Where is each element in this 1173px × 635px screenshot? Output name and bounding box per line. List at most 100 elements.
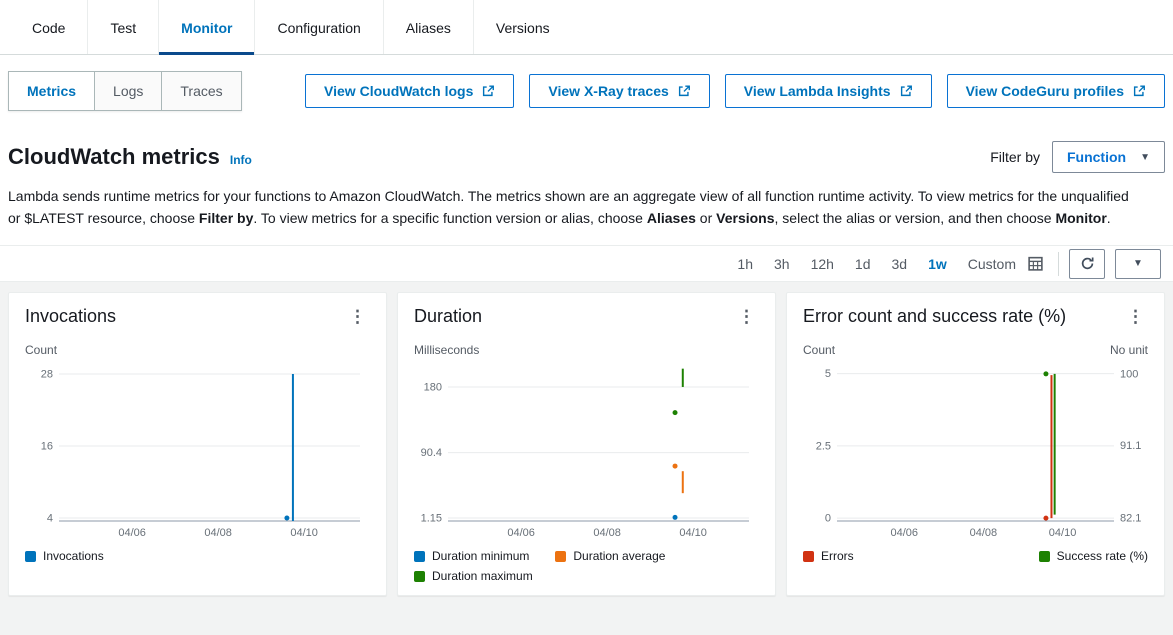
metrics-panel: 1h 3h 12h 1d 3d 1w Custom ▼ <box>0 245 1173 635</box>
svg-text:1.15: 1.15 <box>421 512 442 524</box>
tab-code[interactable]: Code <box>10 0 87 54</box>
range-custom[interactable]: Custom <box>968 256 1016 272</box>
filter-by-label: Filter by <box>990 149 1040 165</box>
external-actions: View CloudWatch logs View X-Ray traces V… <box>305 74 1165 108</box>
kebab-menu-icon[interactable]: ⋮ <box>345 306 370 327</box>
filter-controls: Filter by Function ▼ <box>990 141 1165 173</box>
svg-text:16: 16 <box>41 441 53 453</box>
legend-swatch <box>414 551 425 562</box>
svg-text:04/06: 04/06 <box>118 527 146 539</box>
range-1d[interactable]: 1d <box>855 256 871 272</box>
toolbar-divider <box>1058 252 1059 276</box>
kebab-menu-icon[interactable]: ⋮ <box>1123 306 1148 327</box>
range-12h[interactable]: 12h <box>811 256 834 272</box>
tab-monitor[interactable]: Monitor <box>158 0 254 54</box>
svg-text:0: 0 <box>825 513 831 525</box>
svg-text:4: 4 <box>47 513 53 525</box>
chart-legend: Invocations <box>25 549 370 563</box>
subtab-traces[interactable]: Traces <box>161 71 241 111</box>
svg-text:90.4: 90.4 <box>421 447 442 459</box>
refresh-options-dropdown[interactable]: ▼ <box>1115 249 1161 279</box>
legend-swatch <box>414 571 425 582</box>
info-link[interactable]: Info <box>230 153 252 167</box>
chart-title: Duration <box>414 306 482 327</box>
svg-text:04/10: 04/10 <box>290 527 318 539</box>
legend-label: Errors <box>821 549 854 563</box>
invocations-chart: 28 16 4 04/06 04/08 04/10 <box>25 359 370 541</box>
legend-swatch <box>1039 551 1050 562</box>
refresh-icon <box>1080 256 1095 271</box>
legend-item[interactable]: Success rate (%) <box>1039 549 1148 563</box>
tab-test[interactable]: Test <box>87 0 158 54</box>
refresh-button[interactable] <box>1069 249 1105 279</box>
legend-swatch <box>555 551 566 562</box>
tab-configuration[interactable]: Configuration <box>254 0 382 54</box>
svg-text:04/10: 04/10 <box>679 527 707 539</box>
legend-item[interactable]: Errors <box>803 549 854 563</box>
svg-text:5: 5 <box>825 368 831 380</box>
legend-item[interactable]: Duration average <box>555 549 665 563</box>
y-axis-label: Milliseconds <box>414 343 479 357</box>
chart-card-errors: Error count and success rate (%) ⋮ Count… <box>786 292 1165 596</box>
tab-versions[interactable]: Versions <box>473 0 572 54</box>
duration-chart: 180 90.4 1.15 04/06 04/08 04/10 <box>414 359 759 541</box>
filter-value: Function <box>1067 149 1126 165</box>
y-axis-label: Count <box>25 343 57 357</box>
legend-item[interactable]: Duration maximum <box>414 569 533 583</box>
function-filter-dropdown[interactable]: Function ▼ <box>1052 141 1165 173</box>
calendar-icon[interactable] <box>1027 255 1044 272</box>
chart-title: Error count and success rate (%) <box>803 306 1066 327</box>
svg-text:04/10: 04/10 <box>1049 527 1077 539</box>
description: Lambda sends runtime metrics for your fu… <box>0 173 1173 229</box>
y-axis-label: Count <box>803 343 835 357</box>
legend-item[interactable]: Invocations <box>25 549 104 563</box>
svg-text:04/06: 04/06 <box>891 527 919 539</box>
svg-text:04/06: 04/06 <box>507 527 535 539</box>
legend-item[interactable]: Duration minimum <box>414 549 529 563</box>
time-range-toolbar: 1h 3h 12h 1d 3d 1w Custom ▼ <box>0 245 1173 282</box>
range-3h[interactable]: 3h <box>774 256 790 272</box>
error-success-chart: 52.5010091.182.104/0604/0804/10 <box>803 359 1148 541</box>
svg-text:180: 180 <box>424 381 442 393</box>
legend-label: Duration maximum <box>432 569 533 583</box>
time-ranges: 1h 3h 12h 1d 3d 1w Custom <box>737 255 1044 272</box>
chevron-down-icon: ▼ <box>1133 258 1143 269</box>
svg-text:2.5: 2.5 <box>816 440 831 452</box>
legend-label: Duration average <box>573 549 665 563</box>
svg-text:04/08: 04/08 <box>593 527 621 539</box>
lambda-monitor-page: Code Test Monitor Configuration Aliases … <box>0 0 1173 635</box>
tab-aliases[interactable]: Aliases <box>383 0 473 54</box>
view-cloudwatch-logs-button[interactable]: View CloudWatch logs <box>305 74 514 108</box>
range-3d[interactable]: 3d <box>892 256 908 272</box>
function-tabs: Code Test Monitor Configuration Aliases … <box>0 0 1173 55</box>
button-label: View CodeGuru profiles <box>966 83 1124 99</box>
chart-title: Invocations <box>25 306 116 327</box>
legend-swatch <box>803 551 814 562</box>
chart-cards: Invocations ⋮ Count 28 16 4 04/06 04/08 04/10… <box>0 282 1173 610</box>
subtab-metrics[interactable]: Metrics <box>8 71 95 111</box>
chart-card-invocations: Invocations ⋮ Count 28 16 4 04/06 04/08 04/10… <box>8 292 387 596</box>
external-link-icon <box>899 84 913 98</box>
legend-swatch <box>25 551 36 562</box>
view-lambda-insights-button[interactable]: View Lambda Insights <box>725 74 932 108</box>
view-codeguru-profiles-button[interactable]: View CodeGuru profiles <box>947 74 1165 108</box>
external-link-icon <box>1132 84 1146 98</box>
chart-legend: Errors Success rate (%) <box>803 549 1148 563</box>
legend-label: Duration minimum <box>432 549 529 563</box>
monitor-toolbar-row: Metrics Logs Traces View CloudWatch logs… <box>0 55 1173 111</box>
range-1h[interactable]: 1h <box>737 256 753 272</box>
page-title: CloudWatch metrics <box>8 144 220 170</box>
range-1w[interactable]: 1w <box>928 256 947 272</box>
svg-text:28: 28 <box>41 369 53 381</box>
view-xray-traces-button[interactable]: View X-Ray traces <box>529 74 709 108</box>
svg-text:91.1: 91.1 <box>1120 440 1141 452</box>
svg-text:04/08: 04/08 <box>204 527 232 539</box>
button-label: View X-Ray traces <box>548 83 668 99</box>
svg-text:04/08: 04/08 <box>970 527 998 539</box>
button-label: View Lambda Insights <box>744 83 891 99</box>
subtab-logs[interactable]: Logs <box>94 71 162 111</box>
chevron-down-icon: ▼ <box>1140 152 1150 163</box>
kebab-menu-icon[interactable]: ⋮ <box>734 306 759 327</box>
external-link-icon <box>677 84 691 98</box>
page-header: CloudWatch metrics Info Filter by Functi… <box>0 111 1173 173</box>
